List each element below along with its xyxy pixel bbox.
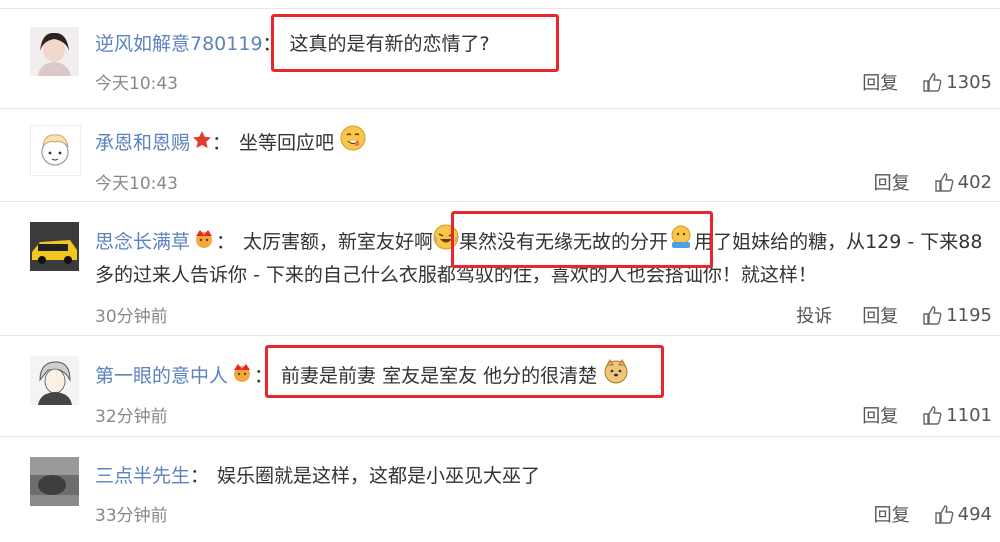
like-button[interactable]: 402 [934, 172, 992, 193]
colon: ： [262, 33, 282, 55]
like-button[interactable]: 494 [934, 504, 992, 525]
comment-item: 思念长满草 ： 太厉害额，新室友好啊 果然没有无缘无故的分开 用了姐妹给的糖，从129 … [0, 201, 1000, 336]
timestamp: 32分钟前 [95, 407, 168, 427]
reply-button[interactable]: 回复 [862, 302, 898, 328]
comment-text-continued: 多的过来人告诉你 - 下来的自己什么衣服都驾驭的住，喜欢的人也会搭讪你！就这样！ [95, 264, 817, 286]
reply-button[interactable]: 回复 [862, 402, 898, 428]
avatar[interactable] [30, 222, 79, 271]
thumbs-up-icon [923, 73, 942, 92]
comment-text: 坐等回应吧 [239, 132, 335, 154]
like-button[interactable]: 1305 [922, 72, 992, 93]
username-link[interactable]: 思念长满草 [95, 231, 190, 253]
thumbs-up-icon [923, 406, 942, 425]
avatar[interactable] [30, 457, 79, 506]
reply-button[interactable]: 回复 [862, 69, 898, 95]
avatar[interactable] [30, 125, 81, 176]
crown-badge-icon [192, 226, 216, 260]
report-button[interactable]: 投诉 [796, 302, 832, 328]
crown-badge-icon [230, 360, 254, 394]
comment-text: 娱乐圈就是这样，这都是小巫见大巫了 [217, 465, 541, 487]
like-count: 1305 [946, 71, 992, 93]
comment-actions: 回复 402 [844, 169, 992, 195]
comment-line: 三点半先生： 娱乐圈就是这样，这都是小巫见大巫了 [95, 459, 540, 493]
hugging-emoji-icon [668, 224, 694, 261]
timestamp: 33分钟前 [95, 506, 168, 526]
like-count: 494 [957, 503, 992, 525]
comment-actions: 回复 494 [844, 501, 992, 527]
colon: ： [216, 231, 236, 253]
comment-line: 逆风如解意780119： 这真的是有新的恋情了? [95, 27, 490, 61]
colon: ： [254, 365, 274, 387]
timestamp: 30分钟前 [95, 307, 168, 327]
comment-line: 承恩和恩赐 ： 坐等回应吧 [95, 125, 366, 162]
comment-actions: 回复 1101 [832, 402, 992, 428]
colon: ： [212, 132, 232, 154]
thumbs-up-icon [934, 173, 954, 192]
thumbs-up-icon [923, 306, 942, 325]
doge-emoji-icon [603, 358, 629, 395]
timestamp: 今天10:43 [95, 174, 178, 194]
username-link[interactable]: 第一眼的意中人 [95, 365, 228, 387]
yummy-emoji-icon [340, 125, 366, 162]
comment-actions: 回复 1305 [832, 69, 992, 95]
avatar[interactable] [30, 27, 79, 76]
comment-actions: 投诉 回复 1195 [766, 302, 992, 328]
like-count: 402 [957, 171, 992, 193]
like-button[interactable]: 1195 [922, 305, 992, 326]
reply-button[interactable]: 回复 [874, 501, 910, 527]
like-button[interactable]: 1101 [922, 405, 992, 426]
like-count: 1195 [946, 304, 992, 326]
colon: ： [190, 465, 210, 487]
comment-text-highlighted: 果然没有无缘无故的分开 [459, 231, 669, 253]
username-link[interactable]: 承恩和恩赐 [95, 132, 190, 154]
thumbs-up-icon [934, 505, 954, 524]
comment-text-highlighted: 前妻是前妻 室友是室友 他分的很清楚 [281, 365, 598, 387]
comment-item: 承恩和恩赐 ： 坐等回应吧 今天10:43 回复 402 [0, 108, 1000, 202]
comment-text: 这真的是有新的恋情了? [289, 33, 490, 55]
username-link[interactable]: 逆风如解意780119 [95, 33, 263, 55]
like-count: 1101 [946, 404, 992, 426]
avatar[interactable] [30, 356, 79, 405]
comment-item: 逆风如解意780119： 这真的是有新的恋情了? 今天10:43 回复 1305 [0, 8, 1000, 109]
comment-text: 太厉害额，新室友好啊 [243, 231, 434, 253]
username-link[interactable]: 三点半先生 [95, 465, 190, 487]
comment-text: 用了姐妹给的糖，从129 - 下来88 [694, 231, 983, 253]
reply-button[interactable]: 回复 [874, 169, 910, 195]
star-badge-icon [192, 127, 212, 161]
comment-item: 三点半先生： 娱乐圈就是这样，这都是小巫见大巫了 33分钟前 回复 494 [0, 436, 1000, 542]
comment-line: 思念长满草 ： 太厉害额，新室友好啊 果然没有无缘无故的分开 用了姐妹给的糖，从129 … [95, 224, 982, 261]
timestamp: 今天10:43 [95, 74, 178, 94]
comment-item: 第一眼的意中人 ： 前妻是前妻 室友是室友 他分的很清楚 32分钟前 回复 1101 [0, 335, 1000, 437]
comment-line: 第一眼的意中人 ： 前妻是前妻 室友是室友 他分的很清楚 [95, 358, 629, 395]
crying-laughing-emoji-icon [433, 224, 459, 261]
